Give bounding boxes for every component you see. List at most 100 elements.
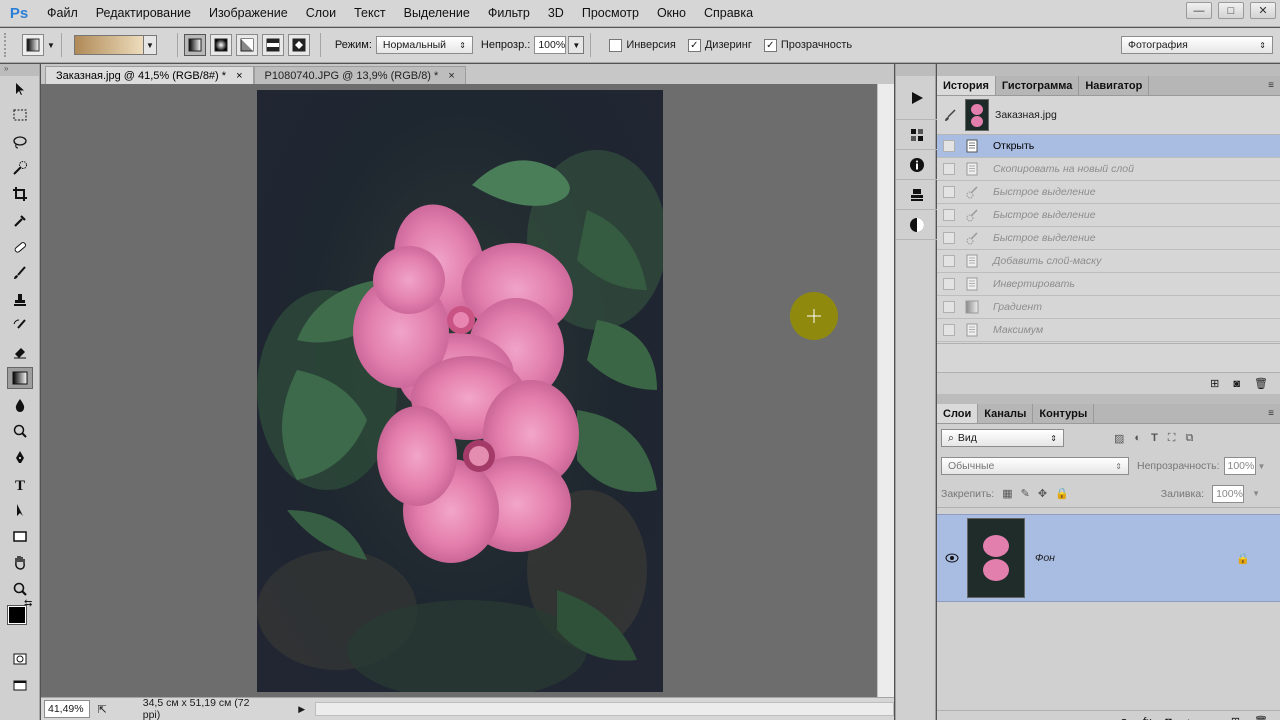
tab-layers[interactable]: Слои — [937, 404, 979, 423]
hand-tool[interactable] — [0, 549, 40, 575]
linear-gradient-button[interactable] — [183, 34, 206, 56]
lock-position-icon[interactable]: ✥ — [1038, 487, 1047, 500]
history-item[interactable]: Быстрое выделение — [937, 181, 1280, 204]
gradient-picker-swatch[interactable] — [73, 35, 144, 55]
trash-icon[interactable]: 🗑 — [1254, 377, 1268, 390]
vertical-scrollbar[interactable] — [877, 84, 894, 697]
tab-histogram[interactable]: Гистограмма — [996, 76, 1080, 95]
menu-type[interactable]: Текст — [345, 0, 394, 27]
lock-transparent-icon[interactable]: ▦ — [1002, 487, 1012, 500]
export-icon[interactable]: ⇱ — [98, 703, 107, 716]
pen-tool[interactable] — [0, 444, 40, 470]
layer-filter-select[interactable]: ⌕ Вид ⇕ — [941, 429, 1064, 447]
type-filter-icon[interactable]: T — [1151, 432, 1158, 444]
clone-source-panel-button[interactable] — [896, 180, 937, 210]
link-layers-icon[interactable]: ⚭ — [1119, 715, 1128, 720]
path-selection-tool[interactable] — [0, 497, 40, 523]
add-mask-icon[interactable]: ◘ — [1165, 716, 1172, 720]
swap-colors-icon[interactable]: ⇆ — [24, 598, 32, 609]
radial-gradient-button[interactable] — [209, 34, 232, 56]
preset-chevron-down-icon[interactable]: ▼ — [47, 41, 55, 50]
history-state-checkbox[interactable] — [943, 163, 955, 175]
menu-view[interactable]: Просмотр — [573, 0, 648, 27]
history-item[interactable]: Быстрое выделение — [937, 227, 1280, 250]
tools-collapse-icon[interactable]: » — [0, 64, 39, 76]
lock-image-icon[interactable]: ✎ — [1021, 487, 1030, 500]
eraser-tool[interactable] — [0, 339, 40, 365]
tab-document[interactable]: P1080740.JPG @ 13,9% (RGB/8) * × — [253, 66, 466, 84]
panel-menu-icon[interactable]: ≡ — [1268, 80, 1274, 91]
history-item[interactable]: Добавить слой-маску — [937, 250, 1280, 273]
crop-tool[interactable] — [0, 181, 40, 207]
opacity-chevron-down-icon[interactable]: ▼ — [568, 36, 585, 54]
history-state-checkbox[interactable] — [943, 255, 955, 267]
tab-document-active[interactable]: Заказная.jpg @ 41,5% (RGB/8#) * × — [45, 66, 254, 84]
smart-object-filter-icon[interactable]: ⧉ — [1186, 432, 1194, 445]
blend-mode-select[interactable]: Нормальный ⇕ — [375, 36, 473, 54]
new-group-icon[interactable]: ▭ — [1206, 715, 1216, 720]
opacity-chevron-down-icon[interactable]: ▼ — [1258, 462, 1266, 471]
brush-tool[interactable] — [0, 260, 40, 286]
menu-layers[interactable]: Слои — [297, 0, 345, 27]
history-item[interactable]: Открыть — [937, 135, 1280, 158]
history-item[interactable]: Быстрое выделение — [937, 204, 1280, 227]
menu-file[interactable]: Файл — [38, 0, 87, 27]
quick-selection-tool[interactable] — [0, 155, 40, 181]
reflected-gradient-button[interactable] — [261, 34, 284, 56]
menu-filter[interactable]: Фильтр — [479, 0, 539, 27]
inverse-checkbox[interactable] — [609, 38, 623, 52]
gradient-tool-preset-icon[interactable] — [22, 34, 44, 56]
horizontal-scrollbar[interactable] — [315, 702, 894, 716]
adjustment-layer-icon[interactable]: ◐ — [1186, 716, 1193, 720]
healing-brush-tool[interactable] — [0, 234, 40, 260]
fill-input[interactable]: 100% — [1212, 484, 1245, 503]
rectangle-tool[interactable] — [0, 523, 40, 549]
tab-close-icon[interactable]: × — [448, 70, 454, 82]
history-state-checkbox[interactable] — [943, 140, 955, 152]
tab-paths[interactable]: Контуры — [1033, 404, 1095, 423]
menu-select[interactable]: Выделение — [395, 0, 479, 27]
angle-gradient-button[interactable] — [235, 34, 258, 56]
tab-channels[interactable]: Каналы — [978, 404, 1034, 423]
layer-name[interactable]: Фон — [1035, 552, 1236, 564]
zoom-level-input[interactable]: 41,49% — [44, 700, 90, 718]
history-state-checkbox[interactable] — [943, 209, 955, 221]
layer-opacity-input[interactable]: 100% — [1223, 457, 1256, 475]
layer-row[interactable]: Фон 🔒 — [937, 514, 1280, 602]
history-state-checkbox[interactable] — [943, 232, 955, 244]
move-tool[interactable] — [0, 76, 40, 102]
tab-history[interactable]: История — [937, 76, 996, 95]
quick-mask-button[interactable] — [0, 646, 40, 672]
tab-navigator[interactable]: Навигатор — [1079, 76, 1150, 95]
history-item[interactable]: Скопировать на новый слой — [937, 158, 1280, 181]
layer-blend-mode-select[interactable]: Обычные ⇕ — [941, 457, 1129, 475]
lock-all-icon[interactable]: 🔒 — [1055, 487, 1069, 500]
document-canvas[interactable] — [41, 84, 877, 697]
history-state-checkbox[interactable] — [943, 186, 955, 198]
blur-tool[interactable] — [0, 392, 40, 418]
fx-icon[interactable]: fx — [1143, 716, 1152, 720]
screen-mode-button[interactable] — [0, 672, 40, 698]
marquee-tool[interactable] — [0, 102, 40, 128]
history-state-checkbox[interactable] — [943, 278, 955, 290]
delete-layer-icon[interactable]: 🗑 — [1254, 715, 1268, 720]
dither-checkbox[interactable]: ✓ — [687, 38, 701, 52]
type-tool[interactable]: T — [0, 470, 40, 496]
tab-close-icon[interactable]: × — [236, 70, 242, 82]
camera-snapshot-icon[interactable]: ◙ — [1233, 378, 1240, 390]
close-window-button[interactable]: ✕ — [1250, 2, 1276, 19]
history-item[interactable]: Инвертировать — [937, 273, 1280, 296]
workspace-select[interactable]: Фотография ⇕ — [1121, 36, 1273, 54]
styles-panel-button[interactable] — [896, 210, 937, 240]
opacity-input[interactable]: 100% — [534, 36, 567, 54]
gradient-picker-chevron-down-icon[interactable]: ▼ — [143, 35, 157, 55]
history-state-checkbox[interactable] — [943, 301, 955, 313]
adjustments-panel-button[interactable] — [896, 120, 937, 150]
diamond-gradient-button[interactable] — [287, 34, 310, 56]
dodge-tool[interactable] — [0, 418, 40, 444]
menu-image[interactable]: Изображение — [200, 0, 297, 27]
new-layer-icon[interactable]: ⊞ — [1231, 715, 1240, 720]
lasso-tool[interactable] — [0, 129, 40, 155]
history-item[interactable]: Градиент — [937, 296, 1280, 319]
history-brush-tool[interactable] — [0, 313, 40, 339]
